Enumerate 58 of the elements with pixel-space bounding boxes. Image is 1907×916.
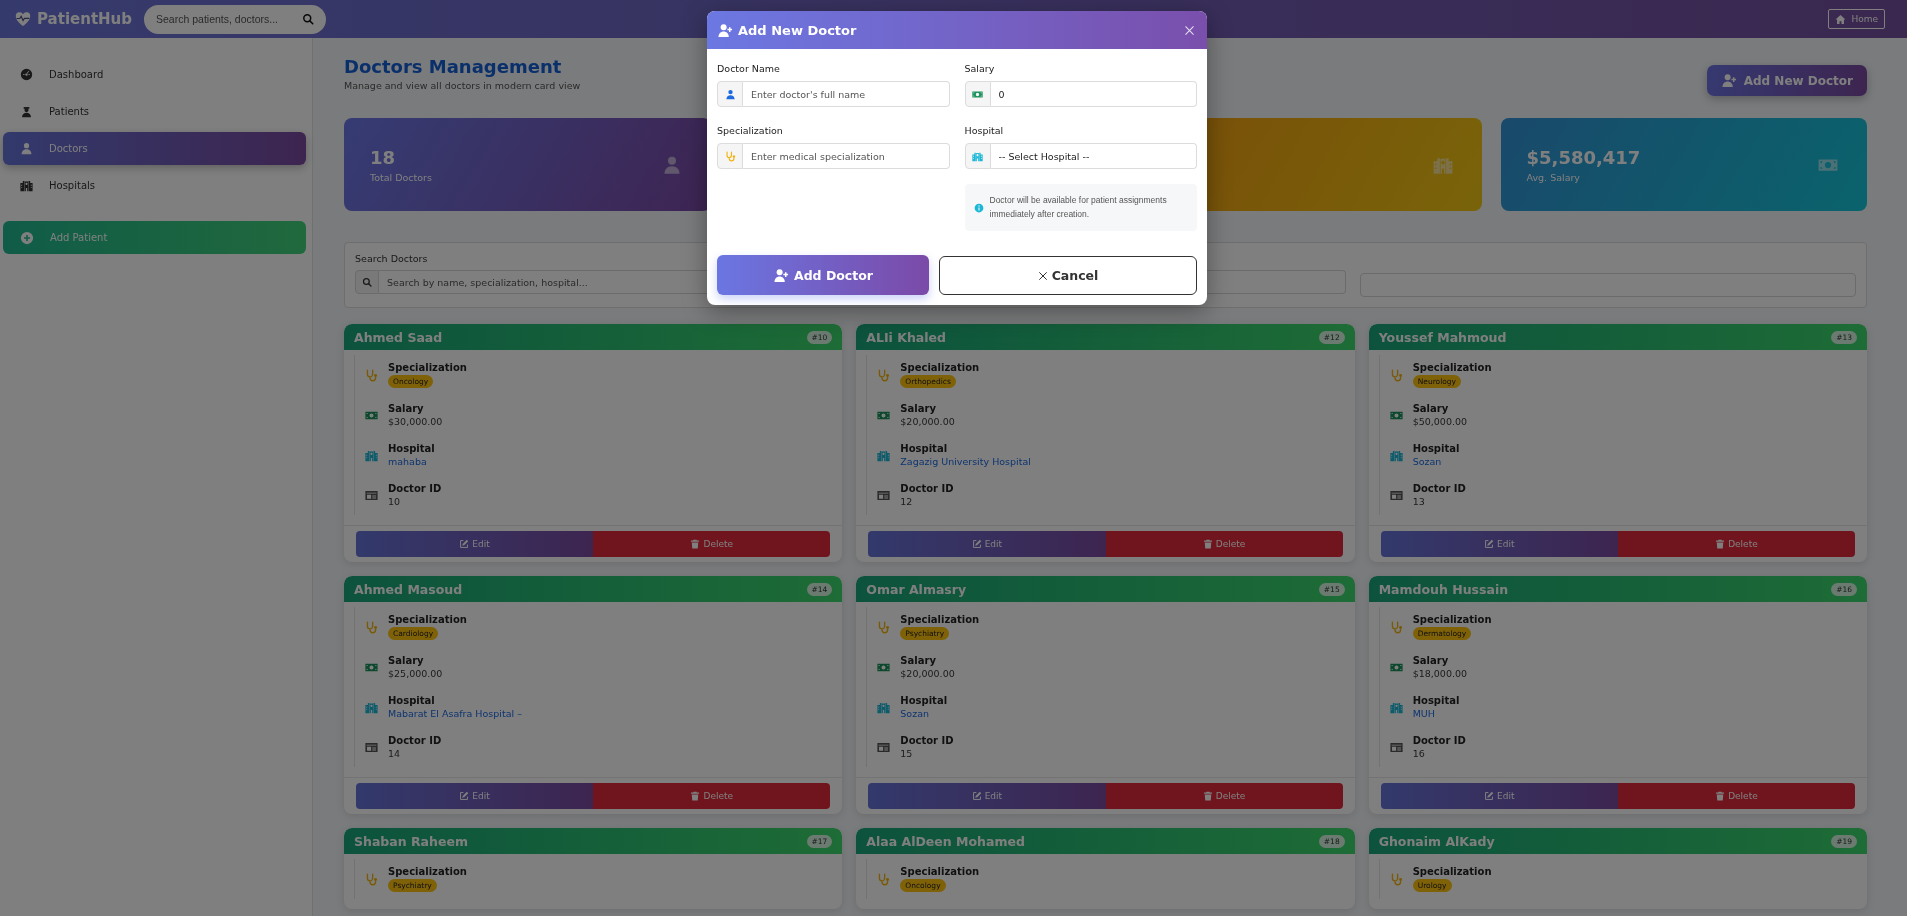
field-label: Specialization (388, 362, 467, 373)
field-label: Doctor Name (717, 63, 780, 74)
field-value: 15 (900, 748, 913, 759)
doctor-name: Ahmed Masoud (354, 581, 463, 597)
doctor-name: Alaa AlDeen Mohamed (866, 833, 1025, 849)
field-label: Hospital (1412, 443, 1460, 454)
field-label: Salary (1412, 403, 1449, 414)
field-value: 12 (900, 496, 913, 507)
field-label: Salary (964, 63, 995, 74)
field-value: 10 (388, 496, 401, 507)
field-label: Doctor ID (1412, 483, 1466, 494)
field-label: Hospital (900, 695, 948, 706)
doctor-name: Mamdouh Hussain (1378, 581, 1509, 597)
field-label: Hospital (1412, 695, 1460, 706)
field-label: Doctor ID (900, 735, 954, 746)
modal-title: Add New Doctor (717, 22, 857, 38)
field-label: Doctor ID (1412, 735, 1466, 746)
field-label: Salary (1412, 655, 1449, 666)
field-label: Specialization (1412, 866, 1492, 877)
stat-value: $5,580,417 (1526, 146, 1641, 168)
field-value: 14 (388, 748, 401, 759)
field-label: Salary (900, 655, 936, 666)
field-value: 16 (1412, 748, 1425, 759)
field-label: Specialization (900, 614, 980, 625)
stat-value: 18 (370, 146, 397, 168)
field-label: Specialization (388, 866, 467, 877)
field-label: Salary (388, 403, 424, 414)
doctor-name: Ghonaim AlKady (1378, 833, 1495, 849)
page-title: Doctors Management (344, 56, 563, 77)
field-label: Doctor ID (900, 483, 954, 494)
doctor-name: Youssef Mahmoud (1378, 329, 1507, 345)
doctor-name: Shaban Raheem (354, 833, 468, 849)
field-label: Doctor ID (388, 735, 442, 746)
field-label: Specialization (717, 125, 783, 136)
field-value: $18,000.00 (1412, 668, 1468, 679)
field-value: $20,000.00 (900, 668, 955, 679)
field-label: Specialization (1412, 362, 1492, 373)
page-subtitle: Manage and view all doctors in modern card view (344, 80, 581, 91)
search-label: Search Doctors (355, 253, 428, 264)
field-label: Salary (388, 655, 424, 666)
app-name: PatientHub (37, 10, 133, 28)
stat-label: Total Doctors (370, 171, 432, 183)
field-label: Specialization (900, 362, 980, 373)
field-label: Doctor ID (388, 483, 442, 494)
field-label: Specialization (388, 614, 467, 625)
doctor-name: Omar Almasry (866, 581, 967, 597)
field-label: Salary (900, 403, 936, 414)
stat-label: Avg. Salary (1526, 171, 1581, 183)
field-label: Specialization (1412, 614, 1492, 625)
note-text: Doctor will be available for patient assignments immediately after creation. (989, 194, 1168, 221)
field-label: Hospital (964, 125, 1004, 136)
field-label: Hospital (900, 443, 948, 454)
field-label: Hospital (388, 443, 435, 454)
doctor-name: ALIi Khaled (866, 329, 946, 345)
field-value: 13 (1412, 496, 1425, 507)
field-label: Hospital (388, 695, 435, 706)
doctor-name: Ahmed Saad (354, 329, 443, 345)
field-label: Specialization (900, 866, 980, 877)
